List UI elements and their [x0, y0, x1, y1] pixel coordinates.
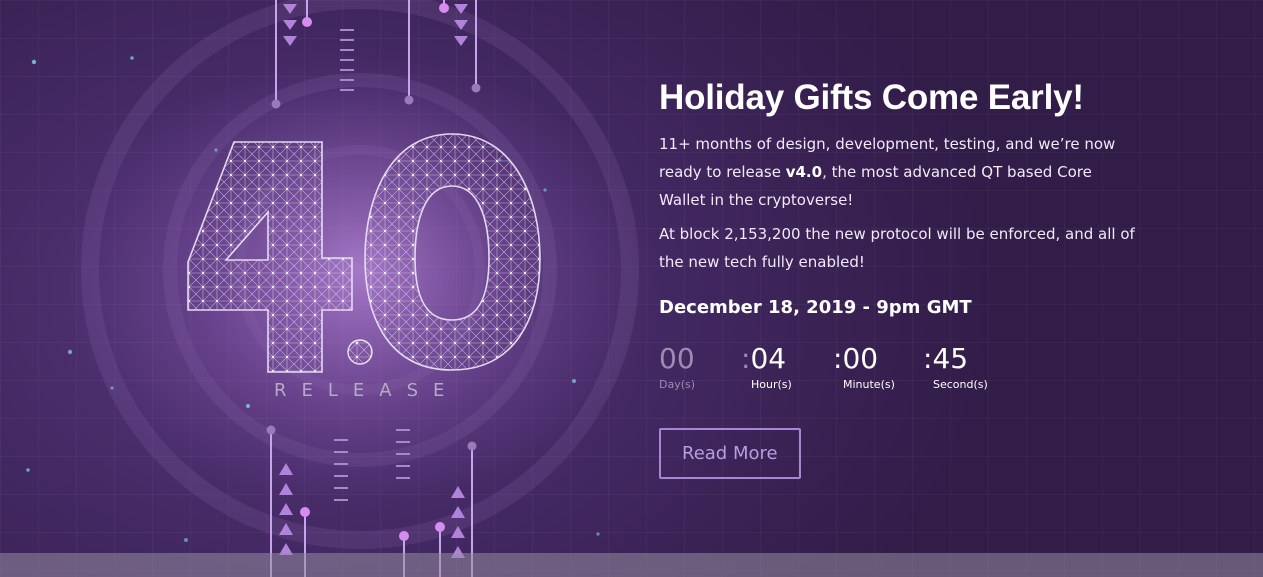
- release-graphic: RELEASE: [26, 0, 639, 577]
- bottom-bar: [0, 553, 1263, 577]
- countdown-seconds: :45 Second(s): [923, 342, 988, 392]
- countdown-minutes: :00 Minute(s): [833, 342, 895, 392]
- release-date: December 18, 2019 - 9pm GMT: [659, 297, 972, 318]
- countdown-hours-label: Hour(s): [751, 378, 792, 391]
- protocol-paragraph: At block 2,153,200 the new protocol will…: [659, 225, 1135, 271]
- release-label: RELEASE: [274, 380, 459, 401]
- countdown-timer: 00 Day(s) :04 Hour(s) :00 Minute(s) :45 …: [659, 342, 1139, 398]
- hero-title: Holiday Gifts Come Early!: [659, 78, 1084, 117]
- read-more-button[interactable]: Read More: [659, 428, 801, 479]
- countdown-minutes-value: 00: [842, 342, 879, 375]
- intro-paragraph: 11+ months of design, development, testi…: [659, 130, 1139, 214]
- countdown-hours: :04 Hour(s): [741, 342, 792, 392]
- hero-section: RELEASE Holiday Gifts Come Early! 11+ mo…: [0, 0, 1263, 577]
- countdown-hours-value: 04: [750, 342, 787, 375]
- hero-content: Holiday Gifts Come Early! 11+ months of …: [659, 76, 1139, 479]
- countdown-seconds-value: 45: [932, 342, 969, 375]
- countdown-minutes-label: Minute(s): [843, 378, 895, 391]
- countdown-days: 00 Day(s): [659, 342, 695, 392]
- countdown-days-value: 00: [659, 342, 695, 375]
- countdown-seconds-label: Second(s): [933, 378, 988, 391]
- countdown-days-label: Day(s): [659, 378, 696, 391]
- version-highlight: v4.0: [785, 163, 823, 181]
